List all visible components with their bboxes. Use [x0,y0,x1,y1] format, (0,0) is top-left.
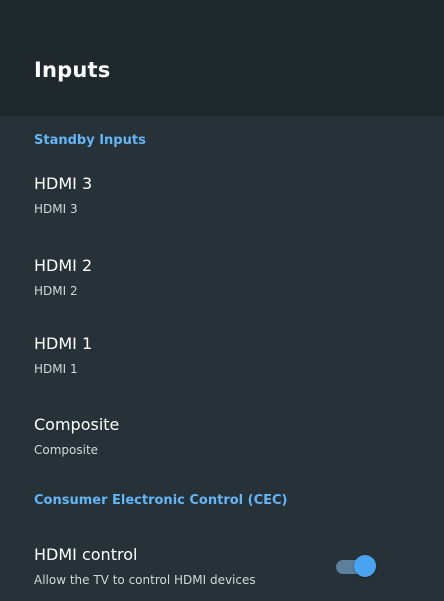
item-title: HDMI 2 [34,256,93,275]
page-title: Inputs [34,58,111,82]
list-item-hdmi-2[interactable]: HDMI 2 HDMI 2 [34,256,434,312]
item-title: HDMI 1 [34,334,93,353]
toggle-thumb [354,555,376,577]
item-title: Composite [34,415,120,434]
item-title: HDMI 3 [34,174,93,193]
item-subtitle: HDMI 3 [34,202,78,216]
item-subtitle: Composite [34,443,99,457]
section-title-standby: Standby Inputs [34,133,146,148]
item-title: HDMI control [34,545,138,564]
hdmi-control-toggle[interactable] [334,555,376,579]
page-header: Inputs [0,0,444,116]
item-subtitle: HDMI 1 [34,362,78,376]
list-item-hdmi-3[interactable]: HDMI 3 HDMI 3 [34,174,434,230]
item-subtitle: HDMI 2 [34,284,78,298]
item-subtitle: Allow the TV to control HDMI devices [34,573,256,587]
section-title-cec: Consumer Electronic Control (CEC) [34,493,288,508]
list-item-composite[interactable]: Composite Composite [34,415,434,471]
list-item-hdmi-1[interactable]: HDMI 1 HDMI 1 [34,334,434,390]
